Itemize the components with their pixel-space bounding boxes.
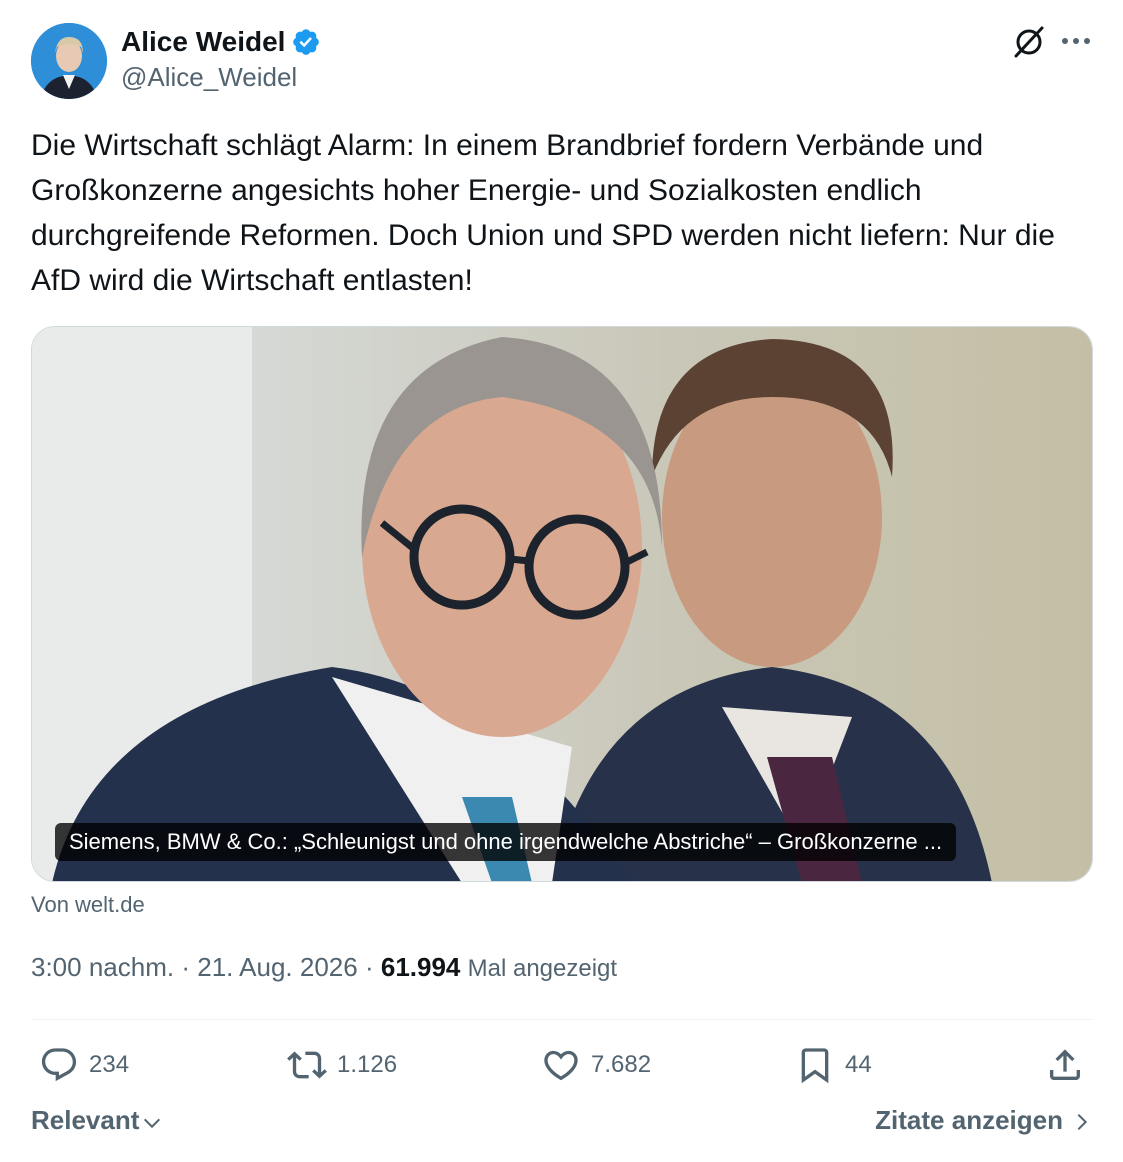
like-count: 7.682 [591,1051,652,1078]
divider [31,1019,1093,1020]
meta-separator: · [181,952,190,982]
name-row: Alice Weidel [121,24,321,60]
article-photo [32,327,1092,881]
sort-dropdown[interactable]: Relevant [31,1105,163,1136]
meta-separator: · [364,952,374,982]
sort-label: Relevant [31,1105,140,1135]
author-block: Alice Weidel @Alice_Weidel [121,24,321,93]
chevron-down-icon [144,1118,161,1128]
repost-icon [287,1051,327,1079]
repost-button[interactable]: 1.126 [287,1040,397,1090]
link-source[interactable]: Von welt.de [31,892,145,918]
verified-badge-icon[interactable] [291,27,321,57]
tweet-time[interactable]: 3:00 nachm. [31,952,174,982]
reply-icon [41,1048,77,1082]
like-button[interactable]: 7.682 [541,1040,651,1090]
tweet-meta: 3:00 nachm. · 21. Aug. 2026 · 61.994 Mal… [31,952,617,983]
link-card[interactable]: Siemens, BMW & Co.: „Schleunigst und ohn… [31,326,1093,882]
action-bar: 234 1.126 7.682 44 [31,1040,1093,1090]
reply-button[interactable]: 234 [39,1040,129,1090]
views-label: Mal angezeigt [467,955,618,982]
reply-count: 234 [89,1051,130,1078]
share-icon [1050,1049,1080,1080]
bookmark-icon [801,1048,829,1084]
bookmark-count: 44 [845,1051,872,1078]
heart-icon [544,1050,578,1081]
avatar-image [31,23,107,99]
chevron-right-icon [1077,1113,1088,1130]
tweet-text: Die Wirtschaft schlägt Alarm: In einem B… [31,129,1055,297]
quotes-label: Zitate anzeigen [875,1105,1063,1135]
view-quotes-link[interactable]: Zitate anzeigen [875,1105,1093,1136]
more-icon[interactable] [1059,28,1093,54]
bookmark-button[interactable]: 44 [795,1040,872,1090]
link-card-caption: Siemens, BMW & Co.: „Schleunigst und ohn… [55,823,957,861]
share-button[interactable] [1045,1040,1085,1090]
views-count: 61.994 [380,952,461,982]
author-handle[interactable]: @Alice_Weidel [121,62,321,93]
tweet-header: Alice Weidel @Alice_Weidel [31,22,1093,100]
bottom-row: Relevant Zitate anzeigen [31,1105,1093,1145]
avatar[interactable] [31,23,107,99]
tweet-date[interactable]: 21. Aug. 2026 [197,952,357,982]
grok-icon[interactable] [1011,24,1047,60]
repost-count: 1.126 [337,1051,398,1078]
author-display-name[interactable]: Alice Weidel [121,26,285,58]
